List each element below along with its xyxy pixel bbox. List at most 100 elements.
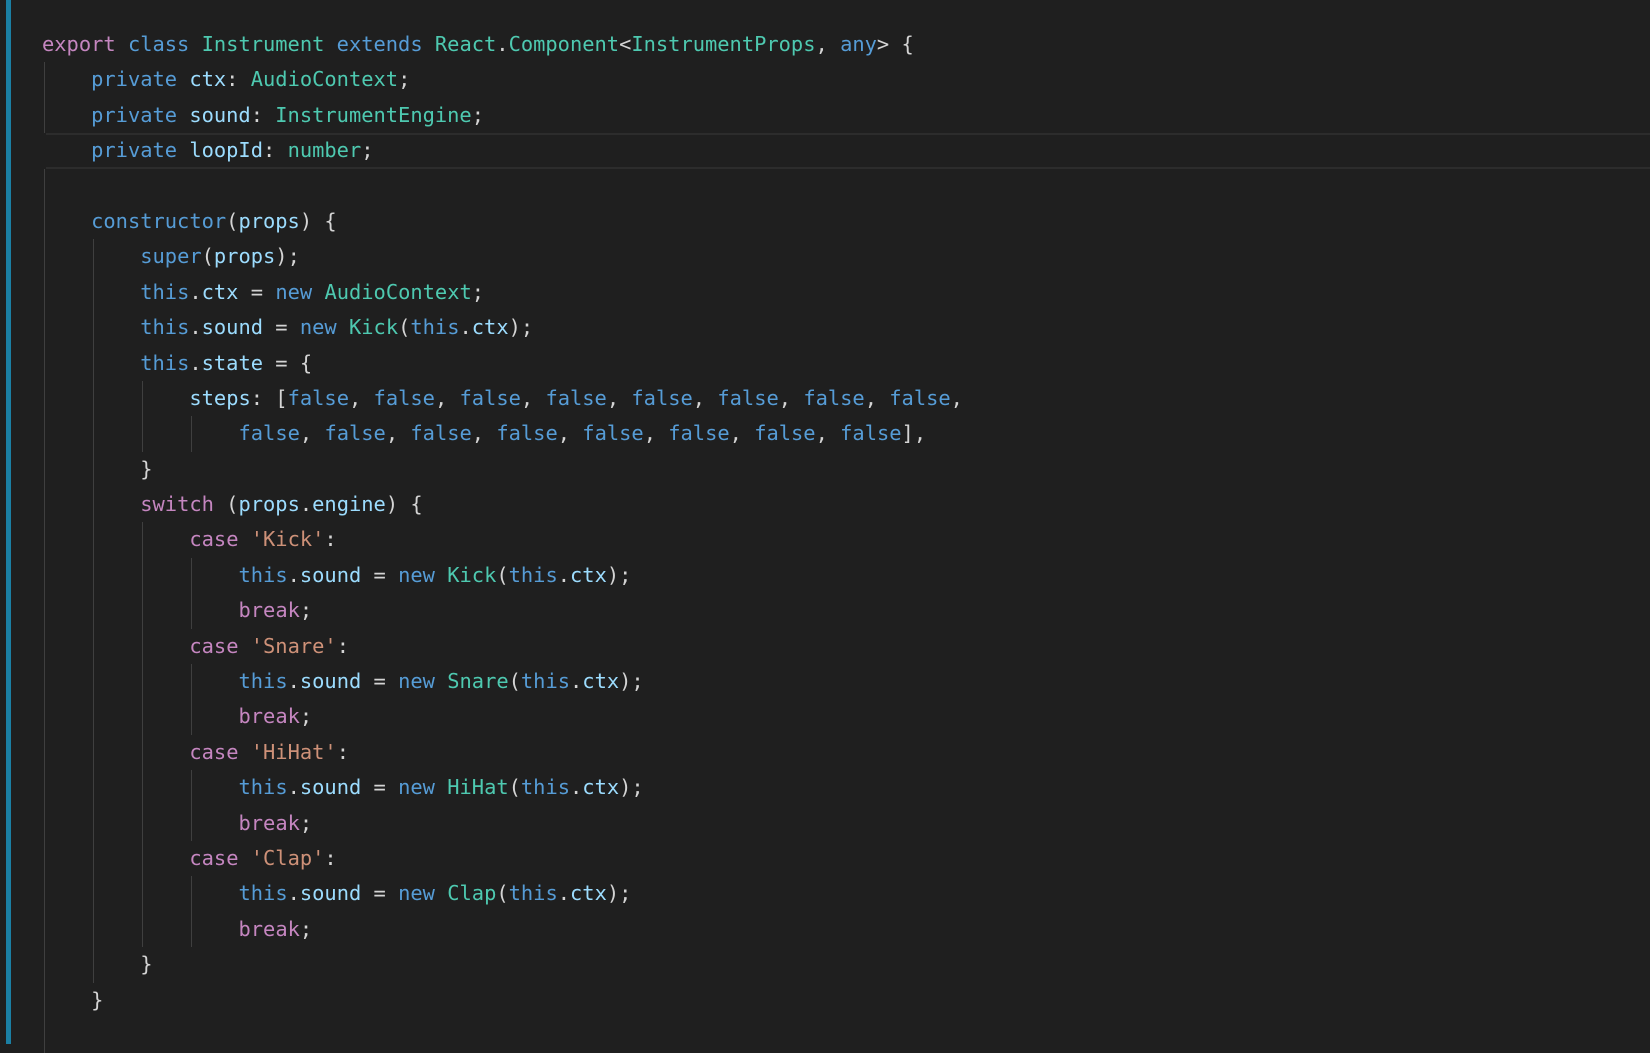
code-token: ); bbox=[275, 244, 300, 269]
indent-guide bbox=[44, 947, 45, 983]
code-line[interactable]: private loopId: number; bbox=[46, 133, 1650, 169]
code-line[interactable]: steps: [false, false, false, false, fals… bbox=[0, 380, 1650, 417]
indent-guide bbox=[44, 805, 45, 841]
code-line[interactable]: this.sound = new Kick(this.ctx); bbox=[0, 557, 1650, 594]
code-token: switch bbox=[140, 492, 214, 517]
code-line[interactable]: private sound: InstrumentEngine; bbox=[0, 97, 1650, 134]
code-token: . bbox=[570, 669, 583, 694]
code-line[interactable]: case 'HiHat': bbox=[0, 734, 1650, 771]
indent-guide bbox=[44, 699, 45, 735]
code-token: this bbox=[140, 350, 190, 375]
code-token: , bbox=[815, 421, 841, 446]
code-token: , bbox=[729, 421, 755, 446]
code-token: false bbox=[582, 421, 644, 446]
code-token: , bbox=[434, 385, 460, 410]
indent-guide bbox=[191, 911, 193, 948]
code-token: state bbox=[201, 350, 264, 375]
code-text: this.ctx = new AudioContext; bbox=[140, 275, 484, 310]
code-line[interactable]: case 'Kick': bbox=[0, 522, 1650, 558]
code-token: = { bbox=[263, 350, 313, 375]
code-token: , bbox=[778, 385, 804, 410]
code-token: this bbox=[238, 669, 288, 694]
code-token: 'HiHat' bbox=[250, 739, 337, 764]
code-token: , bbox=[643, 421, 669, 446]
code-token: Clap bbox=[447, 881, 497, 906]
code-token: Kick bbox=[447, 562, 497, 587]
indent-guide bbox=[93, 345, 95, 381]
code-token: break bbox=[238, 704, 300, 729]
code-line[interactable]: export class Instrument extends React.Co… bbox=[0, 27, 1650, 62]
code-token: InstrumentProps bbox=[631, 32, 816, 56]
code-token: . bbox=[189, 350, 202, 375]
indent-guide bbox=[44, 310, 45, 346]
indent-guide bbox=[93, 274, 95, 311]
indent-guide bbox=[142, 628, 144, 665]
code-line[interactable]: switch (props.engine) { bbox=[0, 487, 1650, 523]
code-line[interactable]: this.sound = new Snare(this.ctx); bbox=[0, 664, 1650, 700]
code-token: loopId bbox=[189, 138, 263, 163]
code-line[interactable]: break; bbox=[0, 699, 1650, 735]
code-line[interactable]: break; bbox=[0, 805, 1650, 841]
code-token: new bbox=[398, 881, 435, 906]
code-line[interactable]: false, false, false, false, false, false… bbox=[0, 416, 1650, 452]
code-token: false bbox=[373, 385, 435, 410]
code-token: 'Kick' bbox=[250, 527, 325, 552]
code-token: ; bbox=[361, 138, 374, 163]
code-token: this bbox=[508, 562, 558, 587]
code-token: sound bbox=[299, 881, 362, 906]
code-line[interactable]: constructor(props) { bbox=[0, 203, 1650, 240]
code-line[interactable]: } bbox=[0, 982, 1650, 1018]
indent-guide bbox=[142, 840, 144, 877]
code-token: ctx bbox=[570, 562, 607, 587]
code-token: . bbox=[299, 492, 313, 517]
code-token: ( bbox=[201, 244, 214, 269]
code-token: false bbox=[238, 421, 300, 446]
code-token: case bbox=[189, 739, 239, 764]
code-line[interactable]: this.sound = new Kick(this.ctx); bbox=[0, 310, 1650, 346]
code-editor[interactable]: export class Instrument extends React.Co… bbox=[0, 27, 1650, 1053]
code-text: this.sound = new HiHat(this.ctx); bbox=[238, 770, 643, 805]
code-line[interactable]: break; bbox=[0, 593, 1650, 629]
code-token: false bbox=[287, 385, 349, 410]
code-token: Kick bbox=[348, 315, 399, 340]
code-token: . bbox=[557, 881, 571, 906]
indent-guide bbox=[44, 62, 45, 98]
code-line[interactable]: this.state = { bbox=[0, 345, 1650, 381]
code-line[interactable]: } bbox=[0, 451, 1650, 488]
code-token: InstrumentEngine bbox=[275, 102, 472, 127]
code-token: = bbox=[263, 315, 300, 340]
code-line[interactable] bbox=[0, 1017, 1650, 1053]
code-token: : bbox=[226, 67, 251, 92]
code-line[interactable] bbox=[0, 168, 1650, 204]
code-line[interactable]: this.ctx = new AudioContext; bbox=[0, 274, 1650, 311]
code-token: , bbox=[557, 421, 583, 446]
code-line[interactable]: break; bbox=[0, 911, 1650, 948]
code-token: false bbox=[324, 421, 386, 446]
code-token: ) { bbox=[385, 492, 423, 517]
code-line[interactable]: case 'Clap': bbox=[0, 840, 1650, 877]
code-text: case 'Clap': bbox=[189, 841, 336, 876]
indent-guide bbox=[44, 770, 45, 806]
code-text: } bbox=[140, 452, 152, 487]
code-line[interactable]: private ctx: AudioContext; bbox=[0, 62, 1650, 98]
code-line[interactable]: this.sound = new HiHat(this.ctx); bbox=[0, 770, 1650, 806]
indent-guide bbox=[44, 487, 45, 523]
code-line[interactable]: case 'Snare': bbox=[0, 628, 1650, 665]
code-token: React bbox=[434, 32, 497, 56]
indent-guide bbox=[142, 734, 144, 771]
code-token: new bbox=[299, 315, 337, 340]
code-line[interactable]: super(props); bbox=[0, 239, 1650, 275]
indent-guide bbox=[191, 416, 193, 452]
code-line[interactable]: } bbox=[0, 947, 1650, 983]
indent-guide bbox=[191, 699, 193, 735]
code-token: . bbox=[557, 562, 571, 587]
code-token: false bbox=[410, 421, 472, 446]
code-line[interactable]: this.sound = new Clap(this.ctx); bbox=[0, 876, 1650, 912]
indent-guide bbox=[142, 805, 144, 841]
code-token: false bbox=[803, 385, 865, 410]
